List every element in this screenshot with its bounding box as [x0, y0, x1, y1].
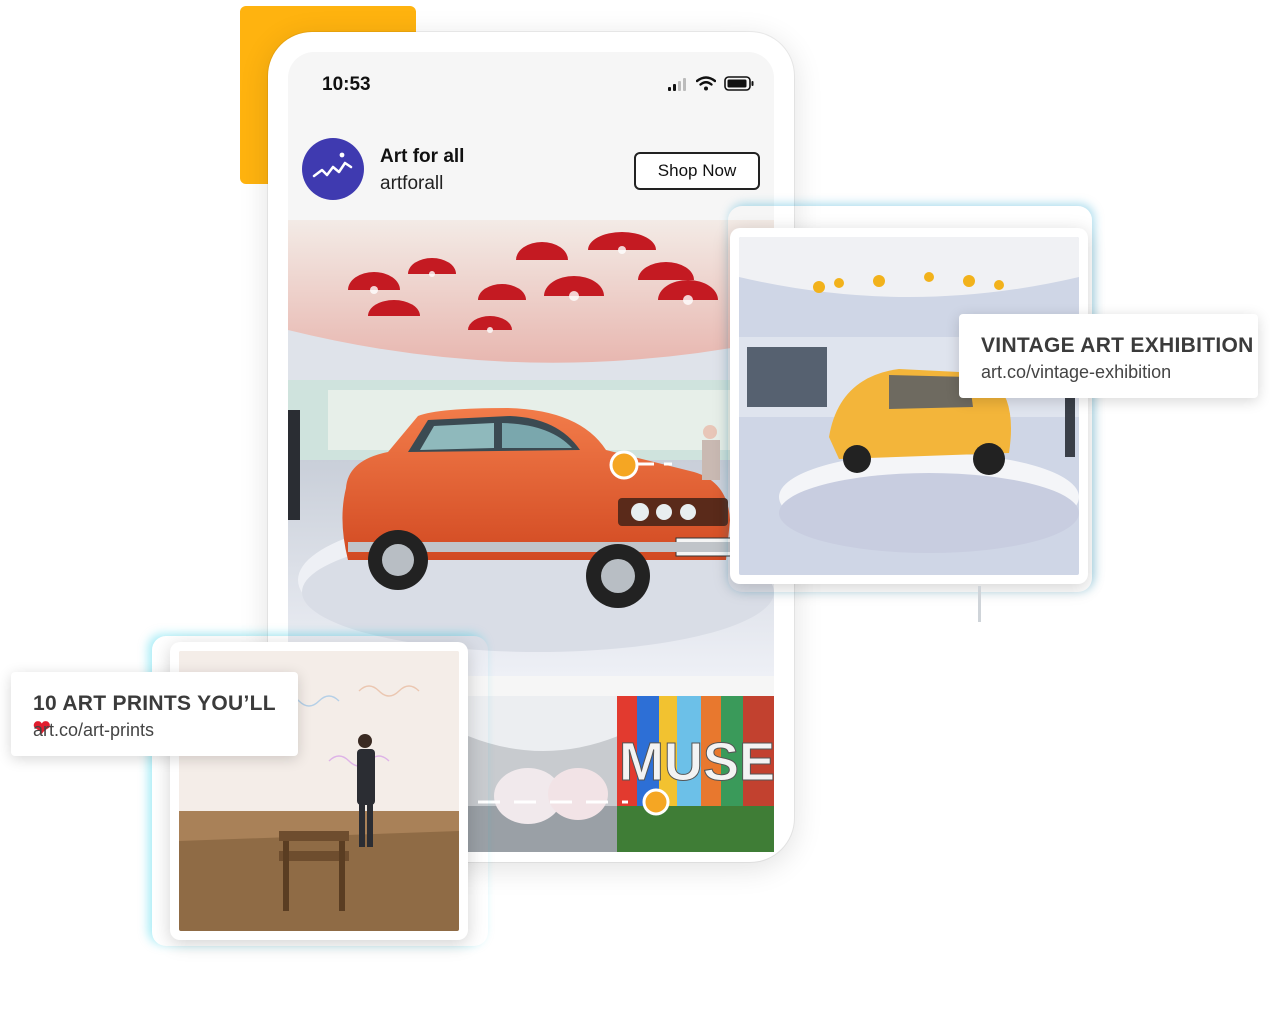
wifi-icon	[695, 76, 717, 96]
status-icons	[668, 76, 754, 96]
art-prints-label-card[interactable]: 10 ART PRINTS YOU’LL ❤ art.co/art-prints	[11, 672, 298, 756]
exhibition-image	[739, 237, 1079, 575]
brand-name[interactable]: Art for all	[380, 146, 464, 168]
exhibition-label-card[interactable]: VINTAGE ART EXHIBITION art.co/vintage-ex…	[959, 314, 1258, 398]
battery-icon	[724, 76, 754, 96]
signal-icon	[668, 77, 688, 96]
exhibition-title: VINTAGE ART EXHIBITION	[981, 334, 1254, 357]
brand-handle[interactable]: artforall	[380, 173, 443, 195]
art-prints-title-text: 10 ART PRINTS YOU’LL	[33, 692, 276, 715]
art-prints-url[interactable]: art.co/art-prints	[33, 720, 154, 741]
brand-logo-icon	[312, 152, 353, 178]
exhibition-url[interactable]: art.co/vintage-exhibition	[981, 362, 1171, 383]
status-bar: 10:53	[288, 52, 774, 112]
shop-now-button[interactable]: Shop Now	[634, 152, 760, 190]
post-header: Art for all artforall Shop Now	[288, 116, 774, 216]
brand-avatar[interactable]	[302, 138, 364, 200]
status-time: 10:53	[322, 74, 371, 95]
exhibition-image-card[interactable]	[730, 228, 1088, 584]
connector-line	[978, 586, 981, 622]
main-post-image[interactable]: M-EB 2002	[288, 220, 774, 676]
